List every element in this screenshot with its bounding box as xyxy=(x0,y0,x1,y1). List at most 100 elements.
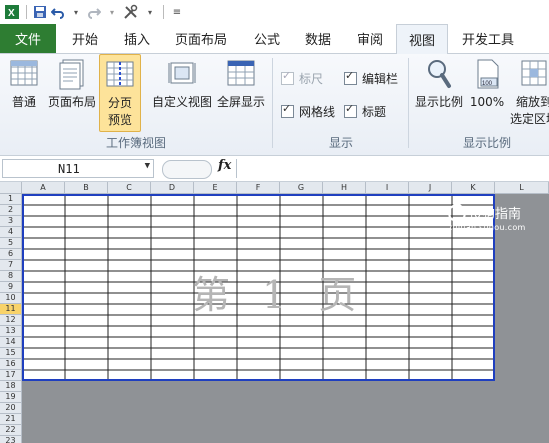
page-layout-view-label: 页面布局 xyxy=(47,95,96,109)
column-header[interactable]: A xyxy=(22,182,65,194)
column-header[interactable]: B xyxy=(65,182,108,194)
column-header[interactable]: L xyxy=(495,182,549,194)
column-header[interactable]: E xyxy=(194,182,237,194)
column-header[interactable]: D xyxy=(151,182,194,194)
qat-separator xyxy=(163,5,164,19)
zoom-to-selection-button[interactable]: 缩放到 选定区域 xyxy=(508,58,549,128)
column-header[interactable]: G xyxy=(280,182,323,194)
zoom-button[interactable]: 显示比例 xyxy=(414,58,464,111)
row-header[interactable]: 4 xyxy=(0,227,22,238)
row-header[interactable]: 7 xyxy=(0,260,22,271)
row-header[interactable]: 15 xyxy=(0,348,22,359)
row-header[interactable]: 6 xyxy=(0,249,22,260)
row-header[interactable]: 10 xyxy=(0,293,22,304)
name-box[interactable]: N11 ▼ xyxy=(2,159,154,178)
column-header[interactable]: I xyxy=(366,182,409,194)
page-break-preview-icon xyxy=(106,61,134,87)
quick-access-toolbar: X ▾ ▾ ▾ ≡ xyxy=(0,0,549,24)
ruler-check-icon xyxy=(281,69,294,85)
tab-view[interactable]: 视图 xyxy=(396,24,448,54)
page-number-watermark: 第 1 页 xyxy=(192,273,367,317)
tab-home[interactable]: 开始 xyxy=(56,24,114,53)
full-screen-icon xyxy=(227,60,255,86)
gridlines-label: 网格线 xyxy=(299,105,336,119)
svg-text:X: X xyxy=(8,8,15,19)
customize-qat-icon[interactable]: ≡ xyxy=(170,3,184,21)
row-header[interactable]: 9 xyxy=(0,282,22,293)
zoom-selection-label-1: 缩放到 xyxy=(515,95,549,109)
formula-bar-check-icon xyxy=(344,69,357,85)
excel-logo-icon[interactable]: X xyxy=(4,3,20,21)
zoom-100-button[interactable]: 100 100% xyxy=(468,58,506,111)
gridlines-check-icon xyxy=(281,102,294,118)
undo-icon[interactable] xyxy=(51,3,65,21)
page-layout-view-button[interactable]: 页面布局 xyxy=(46,58,98,111)
column-header[interactable]: K xyxy=(452,182,495,194)
row-header[interactable]: 22 xyxy=(0,425,22,436)
row-header[interactable]: 5 xyxy=(0,238,22,249)
tools-icon[interactable] xyxy=(123,3,139,21)
custom-views-label: 自定义视图 xyxy=(151,95,212,109)
tab-developer[interactable]: 开发工具 xyxy=(448,24,528,53)
formula-bar-checkbox[interactable]: 编辑栏 xyxy=(344,69,399,87)
row-header[interactable]: 13 xyxy=(0,326,22,337)
row-header[interactable]: 8 xyxy=(0,271,22,282)
name-box-dropdown-icon[interactable]: ▼ xyxy=(145,161,150,171)
page-break-preview-button[interactable]: 分页 预览 xyxy=(99,54,141,132)
redo-icon[interactable] xyxy=(87,3,101,21)
full-screen-button[interactable]: 全屏显示 xyxy=(216,58,266,111)
row-header[interactable]: 12 xyxy=(0,315,22,326)
ruler-checkbox[interactable]: 标尺 xyxy=(281,69,324,87)
tab-file[interactable]: 文件 xyxy=(0,24,56,53)
row-header[interactable]: 20 xyxy=(0,403,22,414)
row-header[interactable]: 23 xyxy=(0,436,22,443)
page-layout-icon xyxy=(59,59,84,90)
magnifier-icon xyxy=(428,60,451,88)
row-header[interactable]: 3 xyxy=(0,216,22,227)
ruler-label: 标尺 xyxy=(299,72,324,86)
column-header[interactable]: C xyxy=(108,182,151,194)
column-header[interactable]: H xyxy=(323,182,366,194)
formula-bar: N11 ▼ fx xyxy=(0,156,549,182)
group-separator xyxy=(272,58,273,148)
ribbon-view: 普通 页面布局 分页 预览 自定义视图 全屏显示 工作簿视图 ✓ 标尺 ✓ 编辑… xyxy=(0,54,549,156)
tab-page-layout[interactable]: 页面布局 xyxy=(160,24,242,53)
sogou-watermark: S 搜狗指南 zhinan.sogou.com xyxy=(448,203,526,232)
zoom-selection-label-2: 选定区域 xyxy=(509,112,549,126)
row-header[interactable]: 18 xyxy=(0,381,22,392)
row-header[interactable]: 14 xyxy=(0,337,22,348)
save-icon[interactable] xyxy=(33,3,47,21)
formula-input[interactable] xyxy=(236,159,549,178)
column-header[interactable]: J xyxy=(409,182,452,194)
page-break-label-1: 分页 xyxy=(107,96,132,110)
formula-bar-label: 编辑栏 xyxy=(362,72,399,86)
row-header[interactable]: 21 xyxy=(0,414,22,425)
zoom-100-label: 100% xyxy=(469,95,505,109)
headings-checkbox[interactable]: 标题 xyxy=(344,102,387,120)
insert-function-icon[interactable]: fx xyxy=(218,158,231,173)
redo-dropdown-icon[interactable]: ▾ xyxy=(105,3,119,21)
row-header[interactable]: 16 xyxy=(0,359,22,370)
tab-formulas[interactable]: 公式 xyxy=(242,24,292,53)
row-header[interactable]: 2 xyxy=(0,205,22,216)
row-header[interactable]: 17 xyxy=(0,370,22,381)
row-header[interactable]: 1 xyxy=(0,194,22,205)
workbook-views-group-label: 工作簿视图 xyxy=(106,136,167,150)
full-screen-label: 全屏显示 xyxy=(216,95,265,109)
tools-dropdown-icon[interactable]: ▾ xyxy=(143,3,157,21)
gridlines-checkbox[interactable]: 网格线 xyxy=(281,102,336,120)
print-page-area[interactable]: 第 1 页 xyxy=(22,194,495,381)
tab-data[interactable]: 数据 xyxy=(292,24,344,53)
custom-views-button[interactable]: 自定义视图 xyxy=(150,58,214,111)
select-all-corner[interactable] xyxy=(0,182,22,194)
column-header[interactable]: F xyxy=(237,182,280,194)
row-header[interactable]: 19 xyxy=(0,392,22,403)
undo-dropdown-icon[interactable]: ▾ xyxy=(69,3,83,21)
qat-separator xyxy=(26,5,27,19)
tab-review[interactable]: 审阅 xyxy=(344,24,396,53)
formula-cancel-enter-area[interactable] xyxy=(162,160,212,179)
tab-insert[interactable]: 插入 xyxy=(114,24,160,53)
normal-view-button[interactable]: 普通 xyxy=(6,58,42,111)
headings-label: 标题 xyxy=(362,105,387,119)
row-header[interactable]: 11 xyxy=(0,304,22,315)
